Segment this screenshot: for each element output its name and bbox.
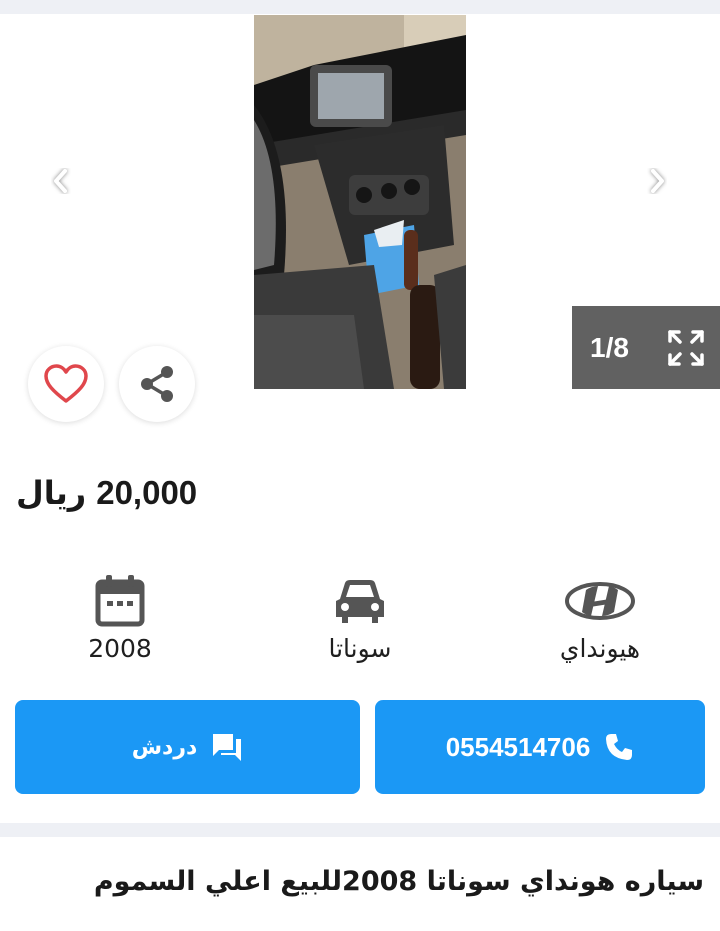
share-button[interactable] [119,346,195,422]
car-interior-image [254,15,466,389]
share-icon [141,366,173,402]
spec-brand: هيونداي [500,572,700,663]
expand-icon[interactable] [666,328,706,368]
price-currency: ريال [16,474,87,512]
heart-icon [44,364,88,403]
listing-photo[interactable] [254,15,466,389]
phone-icon [606,734,633,760]
price-amount: 20,000 [96,474,198,511]
favorite-button[interactable] [28,346,104,422]
spec-model: سوناتا [260,572,460,663]
spec-brand-value: هيونداي [559,634,641,663]
chevron-left-icon[interactable] [46,166,76,196]
spec-model-value: سوناتا [328,634,392,663]
top-strip [0,0,720,14]
section-divider [0,823,720,837]
hyundai-logo-icon [500,572,700,630]
chat-button[interactable]: دردش [15,700,360,794]
call-button[interactable]: 0554514706 [375,700,705,794]
photo-counter: 1/8 [572,306,720,389]
photo-counter-text: 1/8 [590,331,629,363]
price: ريال 20,000 [16,474,197,512]
listing-title: سياره هونداي سوناتا 2008للبيع اعلي السمو… [93,866,704,897]
photo-gallery[interactable]: 1/8 [0,14,720,389]
spec-year-value: 2008 [88,634,152,663]
spec-year: 2008 [20,572,220,663]
chat-button-label: دردش [131,734,198,760]
calendar-icon [20,572,220,630]
chevron-right-icon[interactable] [642,166,672,196]
chat-icon [213,734,242,761]
car-icon [260,572,460,630]
phone-number: 0554514706 [445,731,591,762]
